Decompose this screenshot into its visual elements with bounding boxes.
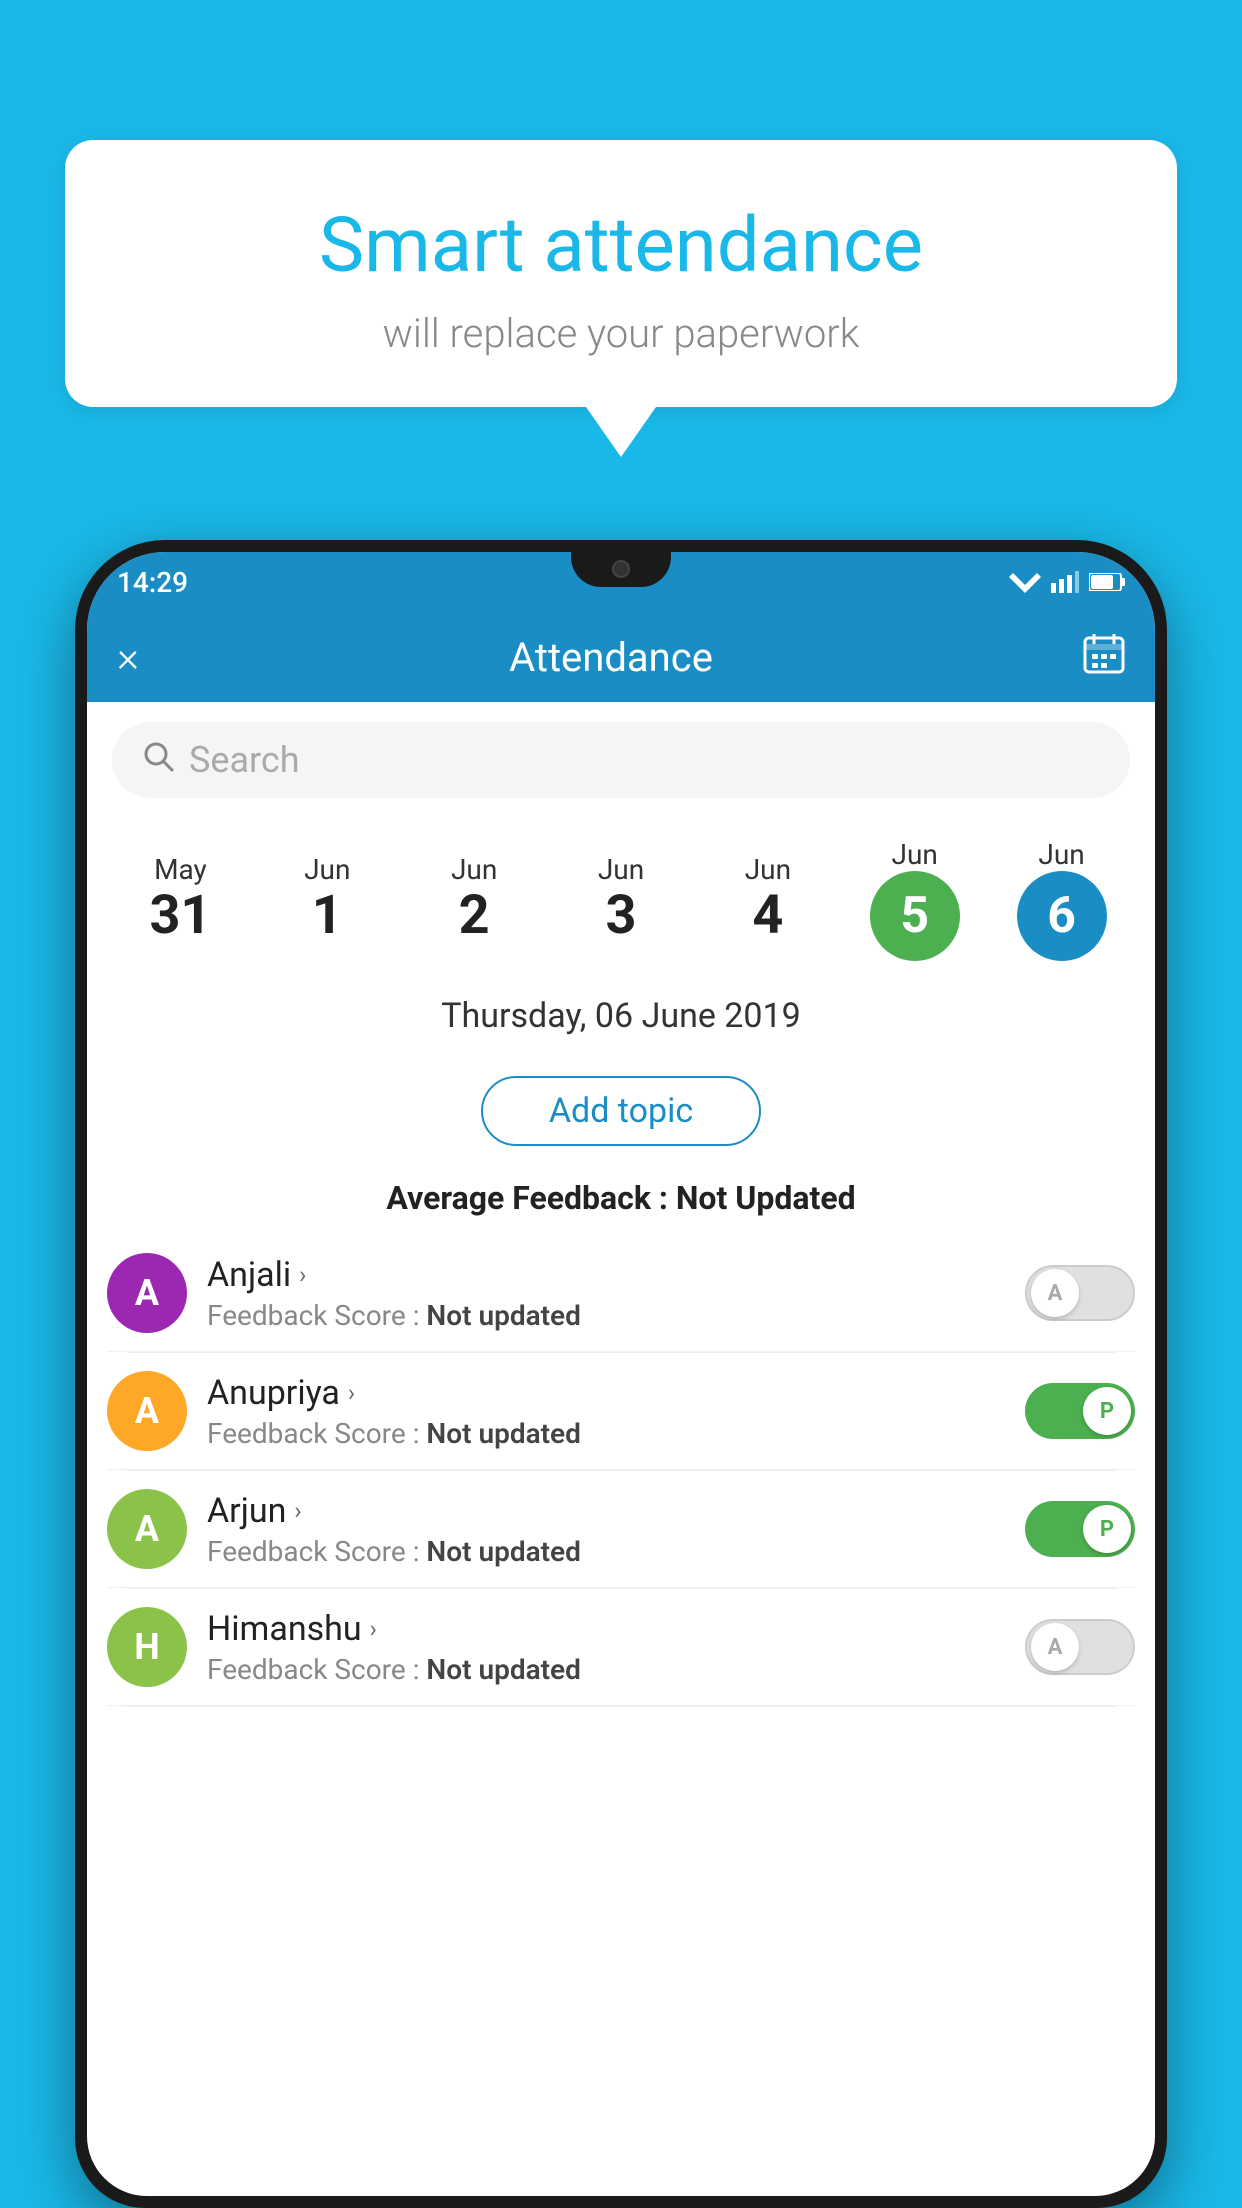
student-name-2[interactable]: Arjun › — [207, 1491, 1005, 1531]
student-avatar-3: H — [107, 1607, 187, 1687]
add-topic-label: Add topic — [549, 1091, 693, 1131]
speech-bubble-subtitle: will replace your paperwork — [125, 310, 1117, 357]
battery-icon — [1089, 573, 1125, 591]
student-info-0: Anjali › Feedback Score : Not updated — [207, 1255, 1005, 1332]
student-item-0: A Anjali › Feedback Score : Not updated A — [107, 1235, 1135, 1352]
avg-feedback-label: Average Feedback : — [386, 1179, 668, 1217]
date-item-0[interactable]: May31 — [107, 843, 254, 955]
student-list: AAnjali ›Feedback Score : Not updatedAAA… — [87, 1235, 1155, 1707]
student-item-2: A Arjun › Feedback Score : Not updated P — [107, 1471, 1135, 1588]
toggle-knob-1: P — [1083, 1387, 1131, 1435]
date-day: 3 — [606, 886, 637, 945]
date-day: 4 — [752, 886, 783, 945]
search-icon — [142, 740, 174, 780]
student-item-3: H Himanshu › Feedback Score : Not updated A — [107, 1589, 1135, 1706]
speech-bubble: Smart attendance will replace your paper… — [65, 140, 1177, 407]
feedback-value: Not updated — [426, 1417, 580, 1450]
signal-icon — [1051, 571, 1079, 593]
feedback-value: Not updated — [426, 1535, 580, 1568]
student-avatar-0: A — [107, 1253, 187, 1333]
attendance-toggle-2[interactable]: P — [1025, 1501, 1135, 1557]
date-day: 5 — [900, 889, 929, 944]
speech-bubble-container: Smart attendance will replace your paper… — [65, 140, 1177, 457]
date-day: 1 — [312, 886, 343, 945]
feedback-value: Not updated — [426, 1299, 580, 1332]
toggle-knob-2: P — [1083, 1505, 1131, 1553]
selected-date-label: Thursday, 06 June 2019 — [87, 981, 1155, 1046]
phone-screen: 14:29 × Attendan — [87, 552, 1155, 2196]
date-month: Jun — [304, 853, 350, 886]
student-feedback-0: Feedback Score : Not updated — [207, 1299, 1005, 1332]
speech-bubble-tail — [586, 407, 656, 457]
avg-feedback: Average Feedback : Not Updated — [87, 1171, 1155, 1235]
calendar-icon[interactable] — [1083, 632, 1125, 683]
add-topic-button[interactable]: Add topic — [481, 1076, 761, 1146]
date-item-3[interactable]: Jun3 — [548, 843, 695, 955]
attendance-toggle-0[interactable]: A — [1025, 1265, 1135, 1321]
attendance-toggle-3[interactable]: A — [1025, 1619, 1135, 1675]
avg-feedback-value: Not Updated — [676, 1179, 856, 1217]
date-month: Jun — [451, 853, 497, 886]
speech-bubble-title: Smart attendance — [125, 200, 1117, 290]
student-info-3: Himanshu › Feedback Score : Not updated — [207, 1609, 1005, 1686]
date-day: 31 — [149, 886, 211, 945]
notch — [571, 552, 671, 587]
date-item-1[interactable]: Jun1 — [254, 843, 401, 955]
student-feedback-1: Feedback Score : Not updated — [207, 1417, 1005, 1450]
date-month: Jun — [598, 853, 644, 886]
wifi-icon — [1009, 571, 1041, 593]
date-month: Jun — [892, 838, 938, 871]
chevron-icon: › — [299, 1261, 306, 1289]
student-info-2: Arjun › Feedback Score : Not updated — [207, 1491, 1005, 1568]
search-placeholder: Search — [189, 739, 300, 781]
student-feedback-2: Feedback Score : Not updated — [207, 1535, 1005, 1568]
chevron-icon: › — [294, 1497, 301, 1525]
date-month: Jun — [745, 853, 791, 886]
date-item-6[interactable]: Jun 6 — [988, 828, 1135, 971]
student-feedback-3: Feedback Score : Not updated — [207, 1653, 1005, 1686]
date-day: 6 — [1047, 889, 1076, 944]
app-header: × Attendance — [87, 612, 1155, 702]
app-title: Attendance — [509, 634, 713, 681]
student-name-1[interactable]: Anupriya › — [207, 1373, 1005, 1413]
close-button[interactable]: × — [117, 633, 139, 682]
student-avatar-2: A — [107, 1489, 187, 1569]
status-time: 14:29 — [117, 566, 188, 599]
status-bar: 14:29 — [87, 552, 1155, 612]
attendance-toggle-1[interactable]: P — [1025, 1383, 1135, 1439]
phone-frame: 14:29 × Attendan — [75, 540, 1167, 2208]
date-month: Jun — [1038, 838, 1084, 871]
date-item-2[interactable]: Jun2 — [401, 843, 548, 955]
toggle-knob-3: A — [1031, 1623, 1079, 1671]
status-icons — [1009, 571, 1125, 593]
student-name-3[interactable]: Himanshu › — [207, 1609, 1005, 1649]
date-day: 2 — [459, 886, 490, 945]
date-item-5[interactable]: Jun 5 — [841, 828, 988, 971]
chevron-icon: › — [370, 1615, 377, 1643]
student-item-1: A Anupriya › Feedback Score : Not updated P — [107, 1353, 1135, 1470]
student-avatar-1: A — [107, 1371, 187, 1451]
student-name-0[interactable]: Anjali › — [207, 1255, 1005, 1295]
student-info-1: Anupriya › Feedback Score : Not updated — [207, 1373, 1005, 1450]
date-month: May — [154, 853, 207, 886]
feedback-value: Not updated — [426, 1653, 580, 1686]
toggle-knob-0: A — [1031, 1269, 1079, 1317]
search-bar[interactable]: Search — [112, 722, 1130, 798]
chevron-icon: › — [348, 1379, 355, 1407]
date-scroller[interactable]: May31Jun1Jun2Jun3Jun4Jun5Jun6 — [87, 818, 1155, 981]
camera-notch — [612, 560, 630, 578]
date-item-4[interactable]: Jun4 — [694, 843, 841, 955]
divider — [127, 1706, 1115, 1707]
